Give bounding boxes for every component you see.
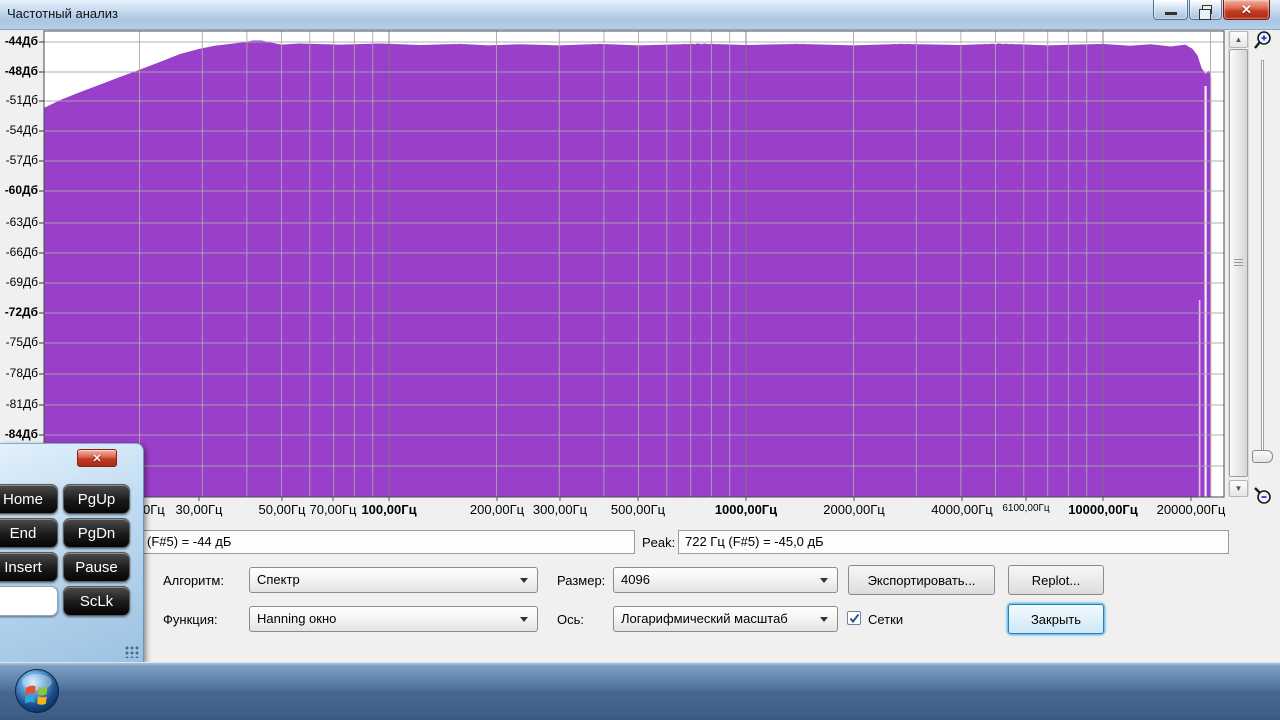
db-tick-label: -63Дб <box>5 215 38 229</box>
function-value: Hanning окно <box>257 611 337 626</box>
frequency-tick-label: 6100,00Гц <box>1002 503 1050 514</box>
osk-key-end[interactable]: End <box>0 518 58 548</box>
cursor-status-box: (F#5) = -44 дБ <box>140 530 635 554</box>
algorithm-value: Спектр <box>257 572 300 587</box>
onscreen-keyboard[interactable]: ✕ Home PgUp End PgDn Insert Pause ScLk <box>0 443 144 662</box>
scrollbar-up-arrow[interactable]: ▲ <box>1229 31 1248 48</box>
chevron-down-icon <box>820 617 828 622</box>
axis-label: Ось: <box>557 612 584 627</box>
axis-value: Логарифмический масштаб <box>621 611 788 626</box>
checkmark-icon <box>849 613 860 624</box>
osk-key-home[interactable]: Home <box>0 484 58 514</box>
db-tick-label: -75Дб <box>5 335 38 349</box>
zoom-slider-track[interactable] <box>1261 60 1264 458</box>
osk-key-sclk[interactable]: ScLk <box>63 586 130 616</box>
grids-checkbox[interactable] <box>847 611 861 625</box>
scrollbar-thumb[interactable] <box>1229 49 1248 477</box>
size-select[interactable]: 4096 <box>613 567 838 593</box>
frequency-tick-label: 200,00Гц <box>469 502 525 517</box>
peak-label: Peak: <box>642 535 676 550</box>
axis-select[interactable]: Логарифмический масштаб <box>613 606 838 632</box>
frequency-tick-label: 100,00Гц <box>361 502 417 517</box>
resize-grip-icon[interactable] <box>125 646 139 658</box>
size-label: Размер: <box>557 573 606 588</box>
size-value: 4096 <box>621 572 650 587</box>
db-tick-label: -60Дб <box>4 183 38 197</box>
chevron-down-icon <box>520 617 528 622</box>
frequency-tick-label: 20000,00Гц <box>1156 502 1226 517</box>
db-tick-label: -78Дб <box>5 366 38 380</box>
frequency-tick-label: 4000,00Гц <box>931 502 993 517</box>
zoom-out-icon[interactable] <box>1252 485 1274 507</box>
osk-key-pgdn[interactable]: PgDn <box>63 518 130 548</box>
frequency-tick-label: 2000,00Гц <box>823 502 885 517</box>
grids-checkbox-label: Сетки <box>868 612 904 627</box>
db-tick-label: -66Дб <box>5 245 38 259</box>
start-orb[interactable] <box>13 667 61 715</box>
frequency-tick-label: 50,00Гц <box>258 502 306 517</box>
scrollbar-grip-icon <box>1234 259 1243 267</box>
frequency-tick-label: 0Гц <box>143 502 165 517</box>
osk-key-insert[interactable]: Insert <box>0 552 58 582</box>
peak-status-box: 722 Гц (F#5) = -45,0 дБ <box>678 530 1229 554</box>
zoom-slider-thumb[interactable] <box>1252 450 1273 463</box>
function-label: Функция: <box>163 612 218 627</box>
peak-status-text: 722 Гц (F#5) = -45,0 дБ <box>685 534 824 549</box>
frequency-tick-label: 300,00Гц <box>532 502 588 517</box>
db-tick-label: -69Дб <box>5 275 38 289</box>
db-tick-label: -72Дб <box>4 305 38 319</box>
db-tick-label: -48Дб <box>4 64 38 78</box>
db-tick-label: -54Дб <box>5 123 38 137</box>
replot-button[interactable]: Replot... <box>1008 565 1104 595</box>
db-tick-label: -84Дб <box>4 427 38 441</box>
algorithm-select[interactable]: Спектр <box>249 567 538 593</box>
scrollbar-down-arrow[interactable]: ▼ <box>1229 480 1248 497</box>
db-tick-label: -81Дб <box>5 397 38 411</box>
db-tick-label: -44Дб <box>4 34 38 48</box>
frequency-tick-label: 30,00Гц <box>175 502 223 517</box>
osk-key-blank[interactable] <box>0 586 58 616</box>
osk-key-pause[interactable]: Pause <box>63 552 130 582</box>
algorithm-label: Алгоритм: <box>163 573 224 588</box>
chevron-down-icon <box>820 578 828 583</box>
db-tick-label: -57Дб <box>5 153 38 167</box>
spectrum-area <box>43 40 1212 497</box>
chevron-down-icon <box>520 578 528 583</box>
frequency-tick-label: 1000,00Гц <box>714 502 778 517</box>
cursor-status-text: (F#5) = -44 дБ <box>147 534 232 549</box>
osk-key-pgup[interactable]: PgUp <box>63 484 130 514</box>
close-dialog-button[interactable]: Закрыть <box>1008 604 1104 634</box>
frequency-tick-label: 10000,00Гц <box>1068 502 1138 517</box>
desktop-screen: Частотный анализ ✕ -44Дб -48Дб -51Дб -54Дб -… <box>0 0 1280 720</box>
close-icon: ✕ <box>92 452 102 465</box>
taskbar: e <box>0 662 1280 720</box>
osk-close-button[interactable]: ✕ <box>77 449 117 467</box>
spectrum-plot[interactable] <box>0 0 1280 520</box>
frequency-tick-label: 500,00Гц <box>610 502 666 517</box>
db-tick-label: -51Дб <box>5 93 38 107</box>
function-select[interactable]: Hanning окно <box>249 606 538 632</box>
frequency-tick-label: 70,00Гц <box>309 502 357 517</box>
zoom-in-icon[interactable] <box>1252 29 1274 51</box>
export-button[interactable]: Экспортировать... <box>848 565 995 595</box>
